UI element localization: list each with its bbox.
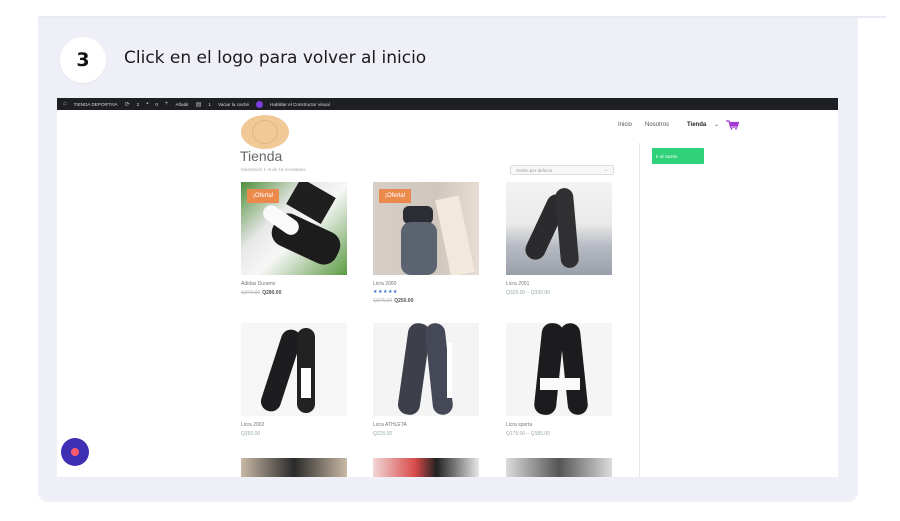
comments-icon[interactable]: ▪ [146,101,148,107]
admin-visual-builder[interactable]: Habilitar el Constructor visual [270,102,330,107]
product-price: Q370.00 Q280.00 [241,290,282,296]
chevron-down-icon: ⌄ [604,167,608,172]
website-screenshot: ⌂ TIENDA DEPORTIVA ⟳ 2 ▪ 0 + Añadir ▤ 1 … [57,98,838,477]
sidebar-cart-button[interactable]: Ir al carrito [652,148,704,164]
nav-inicio[interactable]: Inicio [618,122,632,128]
chat-icon [71,448,79,456]
product-image-partial[interactable] [506,458,612,477]
product-card[interactable]: Licra ATHLETA Q225.00 [373,323,479,437]
product-name[interactable]: Licra 2000 [373,281,479,287]
sale-badge: ¡Oferta! [379,189,412,203]
admin-cache-count[interactable]: 1 [208,102,211,107]
chevron-down-icon[interactable]: ⌄ [714,121,719,128]
product-card[interactable]: Licra 2001 Q325.00 – Q330.00 [506,182,612,296]
product-price: Q250.00 [241,431,261,437]
cache-icon[interactable]: ▤ [196,101,202,108]
product-image[interactable] [506,182,612,275]
nav-tienda[interactable]: Tienda [687,122,706,128]
product-image[interactable]: ¡Oferta! [373,182,479,275]
order-select[interactable]: Orden por defecto ⌄ [510,165,614,175]
admin-site-name[interactable]: TIENDA DEPORTIVA [74,102,118,107]
product-image-partial[interactable] [241,458,347,477]
product-image[interactable]: ¡Oferta! [241,182,347,275]
product-image[interactable] [373,323,479,416]
product-name[interactable]: Licra sporta [506,422,612,428]
wp-admin-bar: ⌂ TIENDA DEPORTIVA ⟳ 2 ▪ 0 + Añadir ▤ 1 … [57,98,838,110]
order-select-value: Orden por defecto [516,167,553,173]
product-image[interactable] [506,323,612,416]
product-image[interactable] [241,323,347,416]
product-name[interactable]: Licra 2002 [241,422,347,428]
product-image-partial[interactable] [373,458,479,477]
product-card[interactable]: ¡Oferta! Licra 2000 ★★★★★ Q275.00 Q250.00 [373,182,479,304]
product-name[interactable]: Licra ATHLETA [373,422,479,428]
step-number: 3 [60,37,106,83]
cart-icon[interactable] [726,120,739,130]
sale-badge: ¡Oferta! [247,189,280,203]
product-price: Q175.00 – Q185.00 [506,431,550,437]
nav-nosotros[interactable]: Nosotros [645,122,669,128]
site-logo[interactable] [252,120,278,144]
admin-clear-cache[interactable]: Vaciar la caché [218,102,249,107]
page-title: Tienda [240,148,283,164]
rating-stars: ★★★★★ [373,289,398,295]
dashboard-icon[interactable]: ⌂ [63,101,67,107]
chat-bubble-button[interactable] [61,438,89,466]
product-price: Q225.00 [373,431,393,437]
admin-comments-count[interactable]: 0 [155,102,158,107]
product-price: Q325.00 – Q330.00 [506,290,550,296]
updates-icon[interactable]: ⟳ [125,101,130,108]
product-card[interactable]: Licra sporta Q175.00 – Q185.00 [506,323,612,437]
results-count: Mostrando 1–9 de 16 resultados [241,167,306,172]
sidebar-divider [639,143,640,477]
product-name[interactable]: Adidas Duramo [241,281,347,287]
product-card[interactable]: Licra 2002 Q250.00 [241,323,347,437]
plus-icon[interactable]: + [165,101,169,107]
product-name[interactable]: Licra 2001 [506,281,612,287]
product-price: Q275.00 Q250.00 [373,298,414,304]
step-instruction: Click en el logo para volver al inicio [124,48,427,68]
builder-icon[interactable] [256,100,264,108]
admin-add-new[interactable]: Añadir [175,102,188,107]
product-card[interactable]: ¡Oferta! Adidas Duramo Q370.00 Q280.00 [241,182,347,296]
admin-updates-count[interactable]: 2 [137,102,140,107]
